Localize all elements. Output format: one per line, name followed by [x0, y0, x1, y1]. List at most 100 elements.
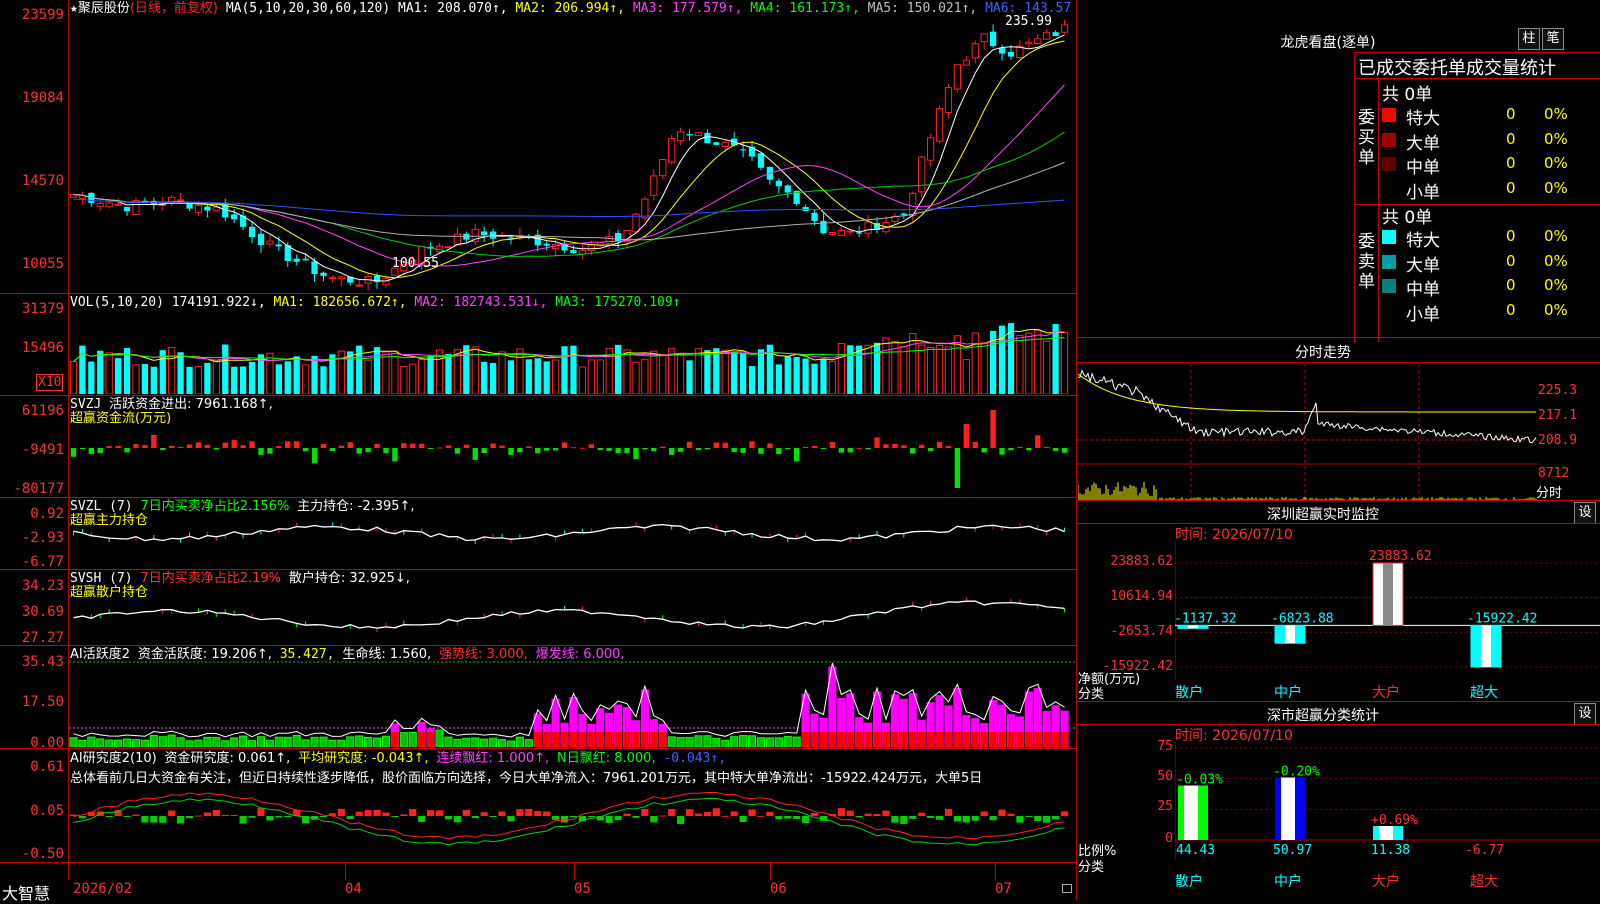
sz-monitor-chart[interactable]: -1137.32 -6823.88 23883.62 -15922.42: [1175, 541, 1600, 681]
research-bar: [855, 816, 863, 818]
activity-bar-base: [846, 732, 854, 747]
research-bar: [391, 816, 399, 817]
candlestick-chart[interactable]: [69, 17, 1076, 293]
pen-view-button[interactable]: 笔: [1542, 28, 1564, 50]
candle-body: [257, 233, 265, 246]
ratio-bar-highlight: [1184, 785, 1198, 840]
intraday-chart[interactable]: [1078, 364, 1538, 500]
ratio-bar-highlight: [1379, 826, 1393, 840]
volume-bar: [596, 359, 604, 394]
research-bar: [373, 809, 381, 816]
activity-bar-base: [1060, 732, 1069, 747]
money-flow-bar: [776, 448, 782, 455]
volume-bar: [561, 346, 568, 394]
volume-chart[interactable]: [69, 310, 1076, 394]
svsh-chart[interactable]: [69, 577, 1076, 644]
ratio-label: 11.38: [1371, 843, 1410, 858]
research-bar: [757, 815, 765, 817]
volume-bar: [400, 366, 408, 394]
intraday-panel[interactable]: 分时走势 225.3 217.1 208.9 8712 分时: [1078, 340, 1600, 501]
order-size-row: 小单 0 0%: [1380, 300, 1600, 325]
order-size-label: 大单: [1406, 255, 1440, 276]
bar-view-button[interactable]: 柱: [1518, 28, 1540, 50]
volume-bar: [186, 366, 193, 394]
y-tick: -80177: [13, 481, 64, 497]
kline-chart-area[interactable]: ★聚辰股份(日线，前复权) MA(5,10,20,30,60,120) MA1:…: [0, 0, 1077, 903]
volume-bar: [748, 366, 756, 394]
volume-bar: [1060, 332, 1069, 394]
research-bar: [203, 812, 211, 816]
y-tick: -6.77: [21, 554, 64, 570]
money-flow-bar: [552, 448, 559, 451]
research-bar: [802, 816, 810, 824]
activity-bar-base: [980, 732, 988, 747]
ma5-value: MA5: 150.021↑,: [867, 1, 978, 16]
money-flow-bar: [526, 446, 532, 448]
money-flow-bar: [838, 448, 844, 453]
favorite-star-icon[interactable]: ★: [70, 1, 78, 16]
chart-mode[interactable]: (日线，前复权): [130, 1, 218, 16]
activity-bar: [274, 736, 283, 747]
sz-stats-title: 深市超赢分类统计: [1267, 708, 1379, 724]
sz-monitor-settings-button[interactable]: 设: [1574, 502, 1596, 524]
ai-research-t5: -0.043↑,: [663, 751, 727, 766]
svzj-chart[interactable]: [69, 405, 1076, 495]
activity-bar-base: [418, 732, 426, 747]
ai-active-chart[interactable]: [69, 660, 1076, 747]
money-flow-bar: [410, 443, 416, 448]
research-bar: [614, 816, 622, 821]
intraday-y-tick: 208.9: [1538, 433, 1578, 448]
activity-bar: [301, 739, 310, 747]
volume-bar: [802, 358, 809, 394]
sz-monitor-title: 深圳超赢实时监控: [1267, 507, 1379, 523]
volume-bar: [811, 363, 818, 394]
activity-bar: [756, 737, 766, 747]
sz-stats-settings-button[interactable]: 设: [1574, 703, 1596, 725]
order-size-row: 大单 0 0%: [1380, 129, 1600, 154]
volume-bar: [694, 348, 703, 394]
research-bar: [489, 816, 497, 818]
money-flow-bar: [856, 447, 862, 449]
y-tick: 14570: [21, 173, 64, 189]
money-flow-bar: [642, 448, 648, 450]
research-bar: [418, 816, 426, 823]
x-tick: 中户: [1274, 685, 1302, 701]
order-count: 0: [1506, 178, 1516, 197]
ai-research-chart[interactable]: [69, 790, 1076, 862]
candle-body: [1052, 32, 1059, 36]
change-label: +0.69%: [1371, 813, 1418, 828]
y-tick: 31379: [21, 301, 64, 317]
money-flow-bar: [785, 448, 791, 450]
candle-body: [1060, 24, 1069, 33]
candle-body: [382, 277, 390, 286]
research-bar: [382, 812, 390, 816]
y-tick: 23883.62: [1110, 554, 1173, 569]
money-flow-bar: [463, 444, 469, 448]
volume-bar: [704, 350, 711, 394]
candle-body: [641, 198, 649, 219]
volume-bar: [731, 351, 738, 394]
volume-bar: [775, 364, 782, 394]
activity-bar-base: [1007, 732, 1015, 747]
volume-bar: [971, 332, 979, 394]
money-flow-bar: [169, 445, 175, 448]
net-amount-bar-shade: [1285, 625, 1295, 644]
sz-stats-chart[interactable]: 44.43 -0.03% 50.97 -0.20% 11.38 +0.69% -6.77: [1175, 742, 1600, 860]
activity-bar: [747, 735, 757, 747]
y-tick: 0.05: [30, 803, 64, 819]
lock-icon[interactable]: [1062, 884, 1072, 893]
candle-body: [676, 131, 685, 142]
activity-bar: [292, 734, 301, 747]
ai-research-header: AI研究度2(10) 资金研究度: 0.061↑, 平均研究度: -0.043↑…: [70, 751, 726, 766]
money-flow-bar: [660, 446, 666, 448]
research-bar: [507, 816, 515, 822]
volume-bar: [641, 358, 649, 394]
money-flow-bar: [79, 448, 86, 449]
research-bar: [962, 816, 970, 823]
activity-bar-base: [855, 732, 863, 747]
svzl-chart[interactable]: [69, 505, 1076, 568]
volume-bar: [935, 344, 944, 394]
candle-body: [587, 244, 595, 251]
ai-research-t4: N日飘红: 8.000,: [556, 751, 656, 766]
research-bar: [748, 809, 756, 816]
